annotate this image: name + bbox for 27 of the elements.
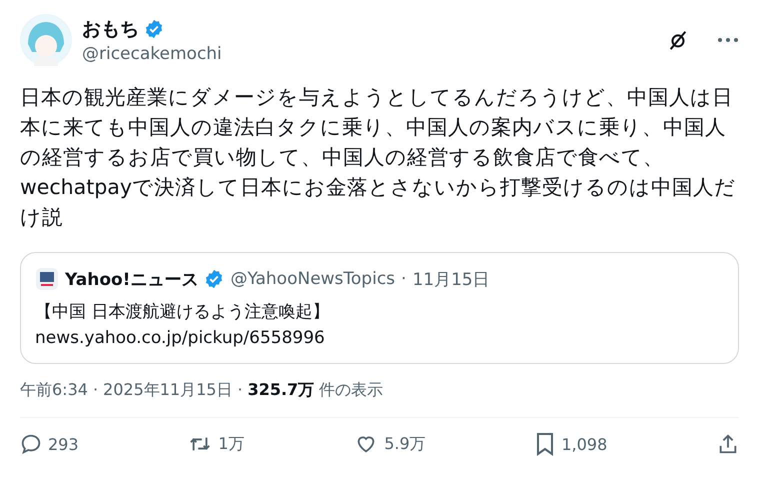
slashed-circle-icon[interactable] bbox=[667, 29, 689, 51]
post-text: 日本の観光産業にダメージを与えようとしてるんだろうけど、中国人は日本に来ても中国人の違法白タクに乗り、中国人の案内バスに乗り、中国人の経営するお店で買い物して、中国人の経営する飲食店で食べて、wechatpayで決済して日本にお金落とさないから打撃受けるのは中国人だけ説 bbox=[20, 84, 737, 231]
speech-bubble-icon bbox=[20, 433, 42, 455]
author-handle[interactable]: @ricecakemochi bbox=[82, 44, 657, 64]
share-button[interactable] bbox=[717, 432, 739, 456]
quoted-post-card[interactable]: Yahoo!ニュース @YahooNewsTopics · 11月15日 【中国 日本渡航避けるよう注意喚起】 news.yahoo.co.jp/pickup/6558996 bbox=[20, 252, 739, 364]
bookmark-icon bbox=[535, 432, 556, 456]
more-icon[interactable] bbox=[717, 37, 739, 43]
post-time[interactable]: 午前6:34 bbox=[20, 380, 88, 401]
quoted-post-date: 11月15日 bbox=[412, 268, 490, 290]
separator-dot: · bbox=[401, 269, 406, 289]
author-name[interactable]: おもち bbox=[82, 16, 139, 42]
separator-dot: · bbox=[92, 380, 98, 399]
repost-button[interactable]: 1万 bbox=[188, 432, 244, 456]
view-count: 325.7万 bbox=[248, 380, 314, 401]
quoted-author-handle[interactable]: @YahooNewsTopics bbox=[230, 269, 396, 289]
post-date[interactable]: 2025年11月15日 bbox=[103, 380, 232, 401]
quoted-author-name[interactable]: Yahoo!ニュース bbox=[65, 268, 198, 290]
quoted-post-link[interactable]: news.yahoo.co.jp/pickup/6558996 bbox=[35, 325, 724, 351]
like-button[interactable]: 5.9万 bbox=[354, 432, 426, 456]
bookmark-button[interactable]: 1,098 bbox=[535, 432, 608, 456]
news-logo-icon bbox=[35, 267, 59, 291]
reply-button[interactable]: 293 bbox=[20, 432, 79, 456]
quoted-post-title: 【中国 日本渡航避けるよう注意喚起】 bbox=[35, 301, 330, 324]
share-icon bbox=[717, 433, 739, 455]
separator-dot: · bbox=[237, 380, 243, 399]
view-label: 件の表示 bbox=[319, 380, 384, 401]
